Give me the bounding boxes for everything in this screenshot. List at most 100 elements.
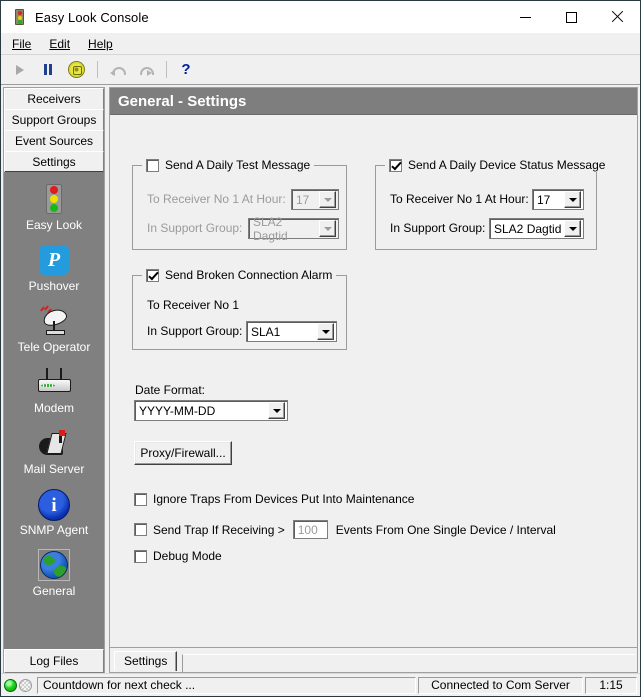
sidebar-tab-receivers[interactable]: Receivers (4, 88, 104, 110)
sidebar-item-tele-operator-label: Tele Operator (17, 340, 91, 354)
sidebar-item-mail-server-label: Mail Server (23, 462, 85, 476)
sidebar-tab-log-files[interactable]: Log Files (4, 649, 104, 673)
sidebar-item-general[interactable]: General (4, 548, 104, 598)
window-controls (502, 1, 640, 33)
menu-file-label: File (12, 36, 32, 51)
sidebar-tab-event-sources[interactable]: Event Sources (4, 130, 104, 152)
daily-test-hour-combo[interactable]: 17 (291, 189, 339, 210)
close-icon (611, 11, 623, 23)
sidebar-item-snmp-agent-label: SNMP Agent (19, 523, 89, 537)
send-trap-threshold-value: 100 (297, 522, 318, 537)
send-trap-threshold-input[interactable]: 100 (292, 520, 328, 539)
device-status-group-combo[interactable]: SLA2 Dagtid (489, 218, 584, 239)
page-title: General - Settings (110, 88, 637, 115)
group-broken-connection-legend: Send Broken Connection Alarm (142, 268, 337, 282)
device-status-hour-combo[interactable]: 17 (532, 189, 584, 210)
sidebar-tab-support-groups[interactable]: Support Groups (4, 109, 104, 131)
menu-edit[interactable]: Edit (46, 35, 79, 53)
globe-icon (36, 548, 72, 582)
proxy-firewall-button[interactable]: Proxy/Firewall... (134, 441, 232, 465)
maximize-icon (565, 11, 577, 23)
chevron-down-icon[interactable] (564, 220, 581, 237)
sidebar-tab-event-sources-label: Event Sources (14, 134, 94, 148)
ignore-traps-checkbox[interactable] (134, 492, 147, 506)
sidebar-item-tele-operator[interactable]: Tele Operator (4, 304, 104, 354)
toolbar-separator-1 (97, 61, 98, 78)
device-status-group-row: In Support Group: (390, 221, 485, 235)
sidebar-item-easy-look-label: Easy Look (25, 218, 83, 232)
sidebar-tab-receivers-label: Receivers (27, 92, 81, 106)
device-status-hour-value: 17 (537, 192, 551, 207)
chevron-down-icon[interactable] (317, 323, 334, 340)
minimize-button[interactable] (502, 1, 548, 33)
broken-connection-group-combo[interactable]: SLA1 (246, 321, 337, 342)
menu-help[interactable]: Help (85, 35, 122, 53)
play-button[interactable] (7, 58, 33, 82)
menu-file[interactable]: File (9, 35, 40, 53)
device-status-group-label: In Support Group: (390, 221, 486, 235)
date-format-label: Date Format: (135, 383, 206, 397)
traffic-light-icon (11, 9, 27, 25)
sidebar-item-pushover[interactable]: P Pushover (4, 243, 104, 293)
debug-mode-checkbox[interactable] (134, 549, 147, 563)
status-time: 1:15 (585, 676, 637, 694)
sidebar-tab-settings[interactable]: Settings (4, 151, 104, 173)
sidebar-item-snmp-agent[interactable]: i SNMP Agent (4, 487, 104, 537)
group-broken-connection-alarm: Send Broken Connection Alarm To Receiver… (132, 268, 347, 350)
tab-strip-filler (182, 654, 635, 672)
tab-settings[interactable]: Settings (114, 651, 178, 671)
undo-button[interactable] (104, 58, 130, 82)
broken-connection-group-row: In Support Group: (147, 324, 242, 338)
daily-test-hour-value: 17 (296, 192, 310, 207)
option-ignore-traps[interactable]: Ignore Traps From Devices Put Into Maint… (134, 492, 414, 506)
menu-bar: File Edit Help (1, 33, 640, 55)
sidebar-item-modem[interactable]: Modem (4, 365, 104, 415)
broken-connection-receiver-row: To Receiver No 1 (147, 298, 239, 312)
status-connection: Connected to Com Server (418, 676, 583, 694)
chevron-down-icon[interactable] (268, 402, 285, 419)
device-status-group-value: SLA2 Dagtid (494, 221, 562, 236)
chevron-down-icon[interactable] (319, 191, 336, 208)
sidebar-items: Easy Look P Pushover Tele Operator Modem… (4, 172, 104, 649)
sidebar-item-mail-server[interactable]: Mail Server (4, 426, 104, 476)
status-led-active-icon (4, 678, 17, 692)
settings-button[interactable] (63, 58, 89, 82)
broken-connection-group-label: In Support Group: (147, 324, 243, 338)
option-send-trap[interactable]: Send Trap If Receiving > 100 Events From… (134, 520, 556, 539)
modem-icon (36, 365, 72, 399)
gear-icon (68, 62, 84, 77)
daily-test-legend-label: Send A Daily Test Message (165, 158, 311, 172)
close-button[interactable] (594, 1, 640, 33)
device-status-checkbox[interactable] (389, 158, 402, 172)
bottom-tab-bar: Settings (110, 647, 637, 672)
group-device-status-legend: Send A Daily Device Status Message (385, 158, 610, 172)
debug-mode-label: Debug Mode (153, 549, 222, 563)
sidebar-item-general-label: General (32, 584, 76, 598)
device-status-legend-label: Send A Daily Device Status Message (408, 158, 606, 172)
help-button[interactable]: ? (173, 58, 199, 82)
daily-test-hour-label: To Receiver No 1 At Hour: (147, 192, 286, 206)
daily-test-group-combo[interactable]: SLA2 Dagtid (248, 215, 339, 243)
traffic-light-icon (36, 182, 72, 216)
redo-button[interactable] (132, 58, 158, 82)
maximize-button[interactable] (548, 1, 594, 33)
pause-button[interactable] (35, 58, 61, 82)
send-trap-checkbox[interactable] (134, 523, 147, 536)
sidebar-bottom: Log Files (4, 649, 104, 673)
sidebar-item-easy-look[interactable]: Easy Look (4, 182, 104, 232)
daily-test-group-row: In Support Group: (147, 221, 242, 235)
daily-test-checkbox[interactable] (146, 158, 159, 172)
sidebar-tab-settings-label: Settings (32, 155, 76, 169)
status-led-inactive-icon (19, 678, 32, 692)
info-circle-icon: i (36, 487, 72, 521)
window-title: Easy Look Console (35, 9, 149, 25)
status-message: Countdown for next check ... (37, 676, 416, 694)
minimize-icon (519, 16, 531, 18)
broken-connection-checkbox[interactable] (146, 268, 159, 282)
option-debug-mode[interactable]: Debug Mode (134, 549, 222, 563)
date-format-combo[interactable]: YYYY-MM-DD (134, 400, 288, 421)
chevron-down-icon[interactable] (319, 220, 336, 237)
sidebar-item-modem-label: Modem (33, 401, 74, 415)
settings-form: Send A Daily Test Message To Receiver No… (110, 115, 637, 647)
chevron-down-icon[interactable] (564, 191, 581, 208)
